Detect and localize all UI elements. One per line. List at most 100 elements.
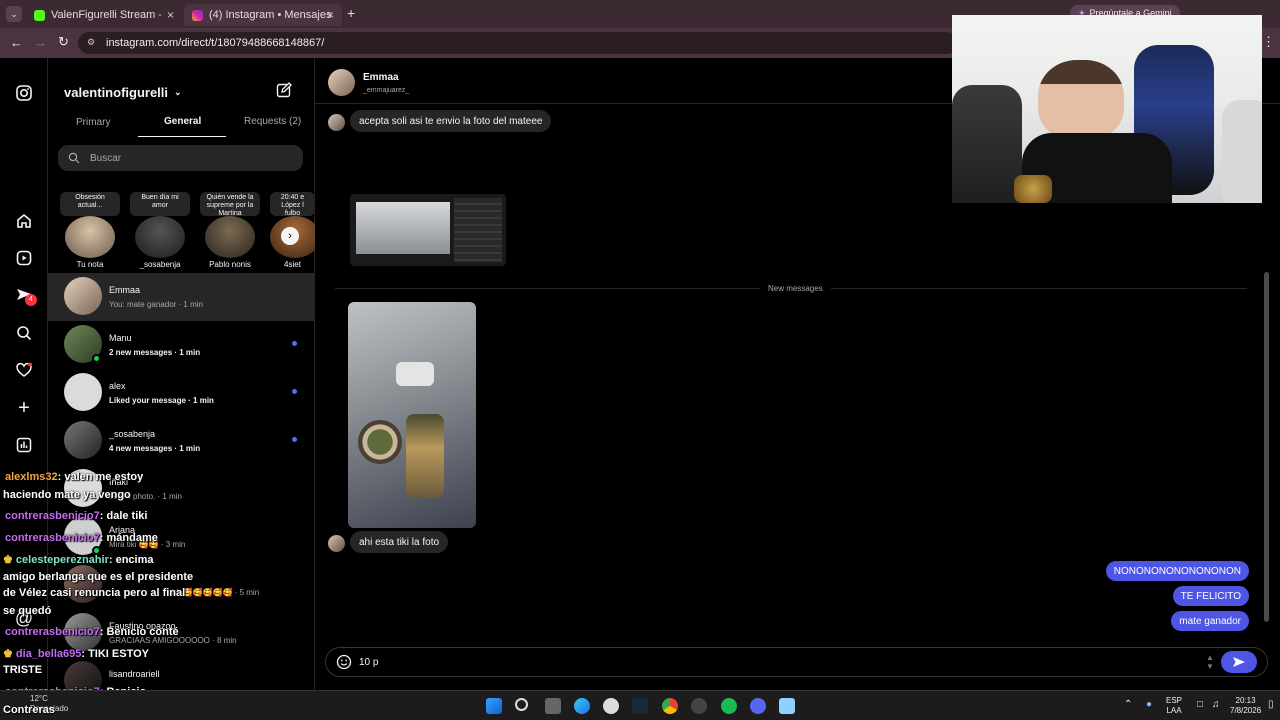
notification-icon[interactable]: ▯ xyxy=(1268,700,1274,710)
chrome-icon[interactable] xyxy=(662,698,678,714)
address-bar[interactable]: ⚙ instagram.com/direct/t/180794886681488… xyxy=(78,32,958,54)
network-icon[interactable]: □ xyxy=(1197,700,1203,710)
image-content xyxy=(454,198,502,262)
conversation-preview: Liked your message · 1 min xyxy=(109,396,214,405)
app-icon[interactable] xyxy=(603,698,619,714)
tab-stream[interactable]: ValenFigurelli Stream - Watch l × xyxy=(26,4,182,26)
app-icon[interactable] xyxy=(691,698,707,714)
instagram-icon xyxy=(192,9,203,21)
username-switcher[interactable]: valentinofigurelli ⌄ xyxy=(64,85,182,100)
volume-icon[interactable]: ♫ xyxy=(1212,700,1220,710)
note-item[interactable]: Buen día mi amor _sosabenja xyxy=(130,192,190,269)
chat-user: contrerasbenicio7 xyxy=(5,510,100,522)
note-name: 4siet xyxy=(284,260,301,269)
search-icon[interactable] xyxy=(515,698,528,711)
chat-text: : dale tiki xyxy=(99,510,148,522)
online-dot xyxy=(92,354,101,363)
conversation-item[interactable]: Emmaa You: mate ganador · 1 min xyxy=(48,273,315,321)
tab-underline xyxy=(138,136,226,137)
edge-icon[interactable] xyxy=(574,698,590,714)
message-outgoing[interactable]: NONONONONONONONON xyxy=(1105,561,1249,581)
tab-instagram[interactable]: (4) Instagram • Mensajes × xyxy=(184,4,342,26)
task-view-icon[interactable] xyxy=(545,698,561,714)
tab-primary[interactable]: Primary xyxy=(76,117,110,128)
notepad-icon[interactable] xyxy=(779,698,795,714)
close-icon[interactable]: × xyxy=(327,8,334,22)
note-item[interactable]: Quién vende la supreme por la Martina Pa… xyxy=(200,192,260,269)
chat-line: ♚ dia_bella695: TIKI ESTOY xyxy=(3,647,149,660)
chat-text: TRISTE xyxy=(3,664,43,676)
note-bubble: 20:40 e López l fulbo xyxy=(270,192,315,216)
message-incoming[interactable]: ahi esta tiki la foto xyxy=(350,531,449,553)
dashboard-icon[interactable] xyxy=(14,436,34,456)
steam-icon[interactable] xyxy=(632,698,648,714)
chat-user: celestepereznahir xyxy=(15,554,109,566)
note-name: Tu nota xyxy=(76,260,104,269)
start-icon[interactable] xyxy=(486,698,502,714)
language-indicator[interactable]: ESP LAA xyxy=(1166,696,1182,716)
composer-text: 10 p xyxy=(359,657,379,668)
back-icon[interactable]: ← xyxy=(10,35,23,50)
chat-user: alexlms32 xyxy=(5,471,58,483)
conversation-item[interactable]: Manu 2 new messages · 1 min xyxy=(48,321,315,369)
conversation-item[interactable]: vida🥰🥰🥰🥰🥰 · 5 min xyxy=(48,561,315,609)
notes-next-button[interactable]: › xyxy=(281,227,299,245)
reels-icon[interactable] xyxy=(14,249,34,269)
avatar xyxy=(328,535,345,552)
new-message-icon[interactable] xyxy=(276,82,292,103)
discord-icon[interactable] xyxy=(750,698,766,714)
conversation-name: _sosabenja xyxy=(109,429,156,439)
contact-name: Emmaa xyxy=(363,72,399,83)
tab-requests[interactable]: Requests (2) xyxy=(244,116,301,127)
menu-icon[interactable]: ⋮ xyxy=(1262,34,1275,50)
chat-line: ♚ celestepereznahir: encima xyxy=(3,553,154,566)
mic-icon[interactable]: ● xyxy=(1146,700,1152,710)
search-icon[interactable] xyxy=(14,324,34,344)
kick-icon xyxy=(34,9,45,21)
chat-line: contrerasbenicio7: Benicio conté xyxy=(5,626,179,638)
avatar xyxy=(65,216,115,258)
search-placeholder: Buscar xyxy=(90,152,122,164)
tab-general[interactable]: General xyxy=(164,116,201,127)
send-button[interactable] xyxy=(1221,651,1257,673)
conversation-item[interactable]: alex Liked your message · 1 min xyxy=(48,369,315,417)
conversation-preview: 4 new messages · 1 min xyxy=(109,444,201,453)
weather-temp: 12°C xyxy=(30,694,48,703)
shared-image[interactable] xyxy=(350,194,506,266)
reload-icon[interactable]: ↻ xyxy=(58,34,69,50)
shared-photo[interactable] xyxy=(348,302,476,528)
clock[interactable]: 20:13 7/8/2026 xyxy=(1230,696,1261,716)
new-tab-button[interactable]: + xyxy=(347,5,355,21)
message-outgoing[interactable]: TE FELICITO xyxy=(1172,586,1249,606)
avatar xyxy=(64,277,102,315)
conversation-item[interactable]: _sosabenja 4 new messages · 1 min xyxy=(48,417,315,465)
close-icon[interactable]: × xyxy=(167,8,174,22)
conversation-name: Emmaa xyxy=(109,285,141,295)
tray-chevron-icon[interactable]: ⌃ xyxy=(1124,700,1132,710)
username: valentinofigurelli xyxy=(64,85,169,100)
crown-icon: ♚ xyxy=(3,648,16,660)
home-icon[interactable] xyxy=(14,212,34,232)
message-composer[interactable]: 10 p ▲ ▼ xyxy=(325,647,1268,677)
unread-dot xyxy=(292,389,297,394)
heart-icon[interactable] xyxy=(14,361,34,381)
message-outgoing[interactable]: mate ganador xyxy=(1171,611,1249,631)
avatar xyxy=(64,421,102,459)
emoji-icon[interactable] xyxy=(336,654,352,675)
webcam-content xyxy=(952,85,1022,203)
forward-icon[interactable]: → xyxy=(34,35,47,50)
url-text: instagram.com/direct/t/18079488668148867… xyxy=(106,37,325,49)
note-item[interactable]: Obsesión actual... Tu nota xyxy=(60,192,120,269)
webcam-content xyxy=(1038,60,1124,140)
spotify-icon[interactable] xyxy=(721,698,737,714)
messages-icon[interactable]: 4 xyxy=(14,286,37,306)
instagram-logo-icon[interactable] xyxy=(14,84,34,104)
tab-list-icon[interactable]: ⌄ xyxy=(6,6,22,22)
avatar xyxy=(328,69,355,96)
site-info-icon[interactable]: ⚙ xyxy=(87,37,95,48)
search-input[interactable]: Buscar xyxy=(58,145,303,171)
time: 20:13 xyxy=(1235,696,1256,705)
create-icon[interactable]: + xyxy=(14,398,34,418)
message-incoming[interactable]: acepta soli asi te envio la foto del mat… xyxy=(350,110,552,132)
chat-scrollbar[interactable] xyxy=(1264,272,1269,622)
